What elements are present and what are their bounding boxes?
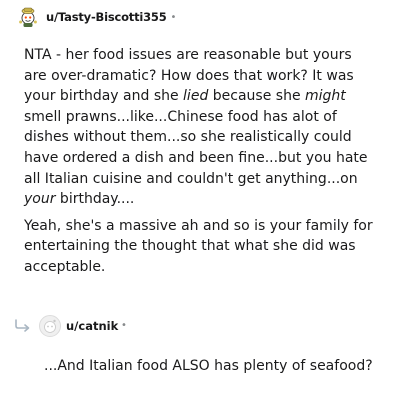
emphasis-text: your (24, 191, 56, 208)
text-run: smell prawns...like...Chinese food has a… (24, 108, 368, 187)
reply-body: ...And Italian food ALSO has plenty of s… (44, 358, 373, 374)
text-run: because she (208, 88, 306, 105)
default-avatar-icon[interactable] (39, 315, 61, 337)
comment-header: u/Tasty-Biscotti355 • (17, 6, 176, 28)
text-run: birthday.... (55, 191, 135, 208)
comment-username[interactable]: u/Tasty-Biscotti355 (46, 10, 167, 24)
snoo-avatar-icon[interactable] (17, 6, 39, 28)
comment-body: NTA - her food issues are reasonable but… (24, 45, 374, 284)
reply-username[interactable]: u/catnik (66, 319, 118, 333)
reply-separator-dot: • (121, 320, 127, 331)
comment-paragraph-1: NTA - her food issues are reasonable but… (24, 45, 374, 210)
separator-dot: • (170, 11, 177, 23)
comment-paragraph-2: Yeah, she's a massive ah and so is your … (24, 217, 373, 275)
emphasis-text: might (305, 88, 346, 105)
reply-arrow-icon (15, 319, 30, 332)
emphasis-text: lied (183, 88, 209, 105)
